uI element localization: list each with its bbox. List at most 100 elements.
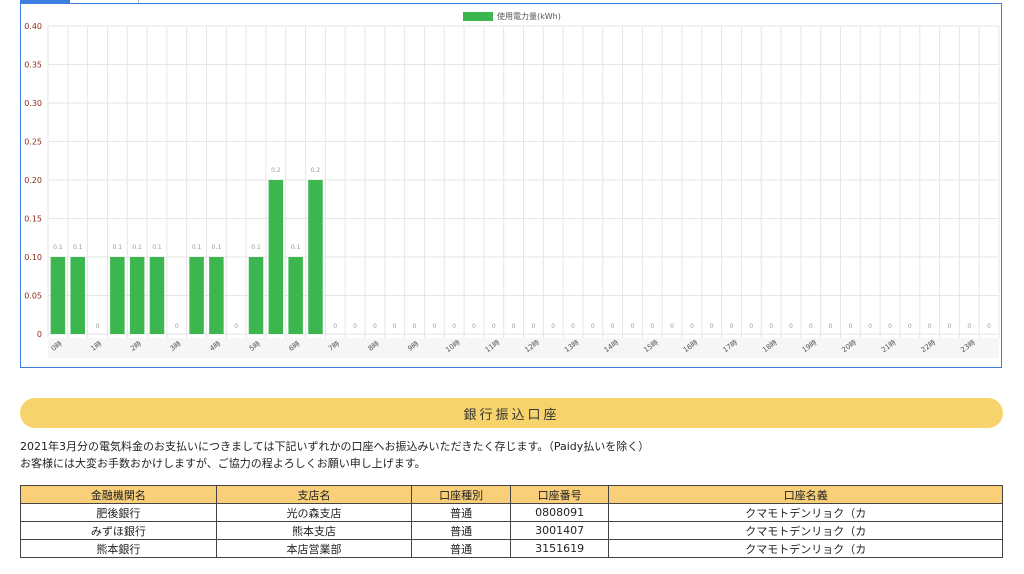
bar-value-label: 0.1 xyxy=(73,244,83,251)
cell-account-number: 3001407 xyxy=(509,521,610,540)
y-tick-label: 0.25 xyxy=(24,138,42,147)
header-account-number: 口座番号 xyxy=(509,485,610,504)
chart-bar xyxy=(50,257,66,334)
bar-value-label: 0.1 xyxy=(251,244,261,251)
bar-value-label: 0 xyxy=(967,323,971,330)
chart-bar xyxy=(308,180,323,334)
notice-line: お客様には大変お手数おかけしますが、ご協力の程よろしくお願い申し上げます。 xyxy=(20,457,426,470)
y-tick-label: 0.05 xyxy=(24,292,42,301)
bar-value-label: 0 xyxy=(809,323,813,330)
table-row: 熊本銀行 本店営業部 普通 3151619 クマモトデンリョク（カ xyxy=(20,539,1003,558)
bar-value-label: 0.1 xyxy=(192,244,202,251)
bar-value-label: 0 xyxy=(611,323,615,330)
bar-value-label: 0 xyxy=(848,323,852,330)
chart-bar xyxy=(110,257,125,334)
bar-value-label: 0 xyxy=(928,323,932,330)
y-tick-label: 0.15 xyxy=(24,215,42,224)
bar-value-label: 0 xyxy=(512,323,516,330)
cell-bank-name: みずほ銀行 xyxy=(20,521,217,540)
bar-value-label: 0 xyxy=(690,323,694,330)
bar-value-label: 0 xyxy=(670,323,674,330)
bar-value-label: 0 xyxy=(373,323,377,330)
cell-account-number: 0808091 xyxy=(509,503,610,522)
bar-value-label: 0 xyxy=(96,323,100,330)
cell-account-holder: クマモトデンリョク（カ xyxy=(608,539,1003,558)
chart-bar xyxy=(248,257,264,334)
bar-value-label: 0 xyxy=(175,323,179,330)
table-header-row: 金融機関名 支店名 口座種別 口座番号 口座名義 xyxy=(20,485,1003,504)
cell-account-holder: クマモトデンリョク（カ xyxy=(608,503,1003,522)
cell-account-type: 普通 xyxy=(411,521,511,540)
header-bank-name: 金融機関名 xyxy=(20,485,217,504)
cell-account-number: 3151619 xyxy=(509,539,610,558)
header-account-type: 口座種別 xyxy=(411,485,511,504)
bar-value-label: 0.1 xyxy=(53,244,63,251)
bar-value-label: 0 xyxy=(650,323,654,330)
bar-value-label: 0 xyxy=(531,323,535,330)
bank-account-table: 金融機関名 支店名 口座種別 口座番号 口座名義 肥後銀行 光の森支店 普通 0… xyxy=(20,485,1003,558)
bar-value-label: 0 xyxy=(591,323,595,330)
chart-canvas: 00.050.100.150.200.250.300.350.40 0.1 0.1… xyxy=(24,22,1000,358)
bar-value-label: 0 xyxy=(234,323,238,330)
chart-bar xyxy=(129,257,145,334)
cell-branch-name: 光の森支店 xyxy=(215,503,413,522)
bar-value-label: 0 xyxy=(413,323,417,330)
y-tick-label: 0.30 xyxy=(24,99,42,108)
header-branch-name: 支店名 xyxy=(215,485,413,504)
y-tick-label: 0.40 xyxy=(24,22,42,31)
bar-value-label: 0.1 xyxy=(113,244,123,251)
power-usage-chart: 使用電力量(kWh) 0 0.05 0.10 0.15 0.20 0.25 0.30 0.35… xyxy=(20,3,1002,368)
cell-account-type: 普通 xyxy=(411,539,511,558)
bar-value-label: 0 xyxy=(710,323,714,330)
bar-value-label: 0.1 xyxy=(132,244,142,251)
bar-value-label: 0.2 xyxy=(311,167,321,174)
bar-value-label: 0.1 xyxy=(212,244,222,251)
bar-value-label: 0.1 xyxy=(291,244,301,251)
bar-value-label: 0 xyxy=(868,323,872,330)
payment-notice: 2021年3月分の電気料金のお支払いにつきましては下記いずれかの口座へお振込みい… xyxy=(20,438,1000,472)
cell-bank-name: 熊本銀行 xyxy=(20,539,217,558)
bar-value-label: 0 xyxy=(551,323,555,330)
cell-bank-name: 肥後銀行 xyxy=(20,503,217,522)
cell-account-type: 普通 xyxy=(411,503,511,522)
chart-bar xyxy=(209,257,224,334)
bar-value-label: 0 xyxy=(393,323,397,330)
notice-line: 2021年3月分の電気料金のお支払いにつきましては下記いずれかの口座へお振込みい… xyxy=(20,440,650,453)
table-row: 肥後銀行 光の森支店 普通 0808091 クマモトデンリョク（カ xyxy=(20,503,1003,522)
bar-value-label: 0.2 xyxy=(271,167,281,174)
bar-value-label: 0 xyxy=(631,323,635,330)
chart-bar xyxy=(70,257,85,334)
bar-value-label: 0 xyxy=(492,323,496,330)
bar-value-label: 0 xyxy=(908,323,912,330)
cell-account-holder: クマモトデンリョク（カ xyxy=(608,521,1003,540)
bar-value-label: 0 xyxy=(829,323,833,330)
bar-value-label: 0 xyxy=(769,323,773,330)
bar-value-label: 0 xyxy=(353,323,357,330)
bar-value-label: 0 xyxy=(948,323,952,330)
bar-value-label: 0 xyxy=(987,323,991,330)
header-account-holder: 口座名義 xyxy=(608,485,1003,504)
bar-value-label: 0 xyxy=(571,323,575,330)
bar-value-label: 0 xyxy=(789,323,793,330)
section-title-banner: 銀行振込口座 xyxy=(20,398,1003,428)
bar-value-label: 0 xyxy=(730,323,734,330)
bar-value-label: 0 xyxy=(472,323,476,330)
bar-value-label: 0 xyxy=(432,323,436,330)
section-title: 銀行振込口座 xyxy=(463,407,560,423)
chart-bar xyxy=(288,257,303,334)
bar-value-label: 0 xyxy=(452,323,456,330)
cell-branch-name: 本店営業部 xyxy=(215,539,413,558)
chart-bar xyxy=(149,257,165,334)
bar-value-label: 0 xyxy=(888,323,892,330)
y-tick-label: 0 xyxy=(37,330,42,339)
table-row: みずほ銀行 熊本支店 普通 3001407 クマモトデンリョク（カ xyxy=(20,521,1003,540)
chart-bar xyxy=(189,257,204,334)
chart-bar xyxy=(268,180,284,334)
y-tick-label: 0.20 xyxy=(24,176,42,185)
y-tick-label: 0.10 xyxy=(24,253,42,262)
bar-value-label: 0.1 xyxy=(152,244,162,251)
cell-branch-name: 熊本支店 xyxy=(215,521,413,540)
y-tick-label: 0.35 xyxy=(24,61,42,70)
bar-value-label: 0 xyxy=(333,323,337,330)
bar-value-label: 0 xyxy=(749,323,753,330)
